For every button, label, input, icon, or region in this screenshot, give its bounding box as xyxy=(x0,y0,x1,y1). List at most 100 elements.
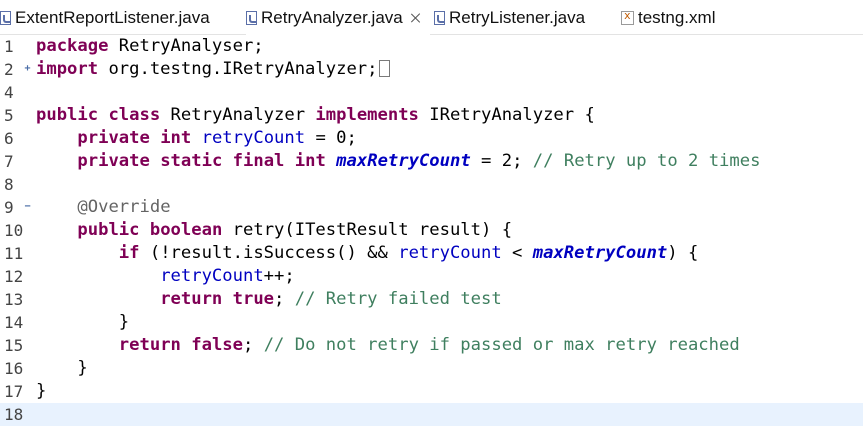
code-line[interactable]: 5 public class RetryAnalyzer implements I… xyxy=(0,104,863,127)
expand-fold-icon[interactable] xyxy=(23,64,32,73)
tab-retry-analyzer[interactable]: RetryAnalyzer.java xyxy=(246,0,430,36)
code-editor[interactable]: 1 package RetryAnalyser;2import org.testn… xyxy=(0,35,863,434)
line-number: 12 xyxy=(4,267,24,286)
code-text: public boolean retry(ITestResult result)… xyxy=(36,219,512,242)
code-token: // Retry up to 2 times xyxy=(532,151,761,171)
code-line[interactable]: 14 } xyxy=(0,311,863,334)
code-line[interactable]: 15 return false; // Do not retry if pass… xyxy=(0,334,863,357)
code-text: } xyxy=(36,357,87,380)
code-token: ) { xyxy=(481,220,513,240)
tab-label: testng.xml xyxy=(638,7,716,27)
tab-label: ExtentReportListener.java xyxy=(15,7,210,27)
line-number: 7 xyxy=(4,152,14,171)
code-token: int xyxy=(294,151,326,171)
code-token: maxRetryCount xyxy=(532,243,668,263)
code-line[interactable]: 8 xyxy=(0,173,863,196)
code-text: import org.testng.IRetryAnalyzer; xyxy=(36,58,391,81)
code-text: @Override xyxy=(36,196,170,219)
editor-tab-bar: ExtentReportListener.java RetryAnalyzer.… xyxy=(0,0,863,36)
code-token: maxRetryCount xyxy=(336,151,471,171)
code-token: class xyxy=(108,105,161,125)
code-text: if (!result.isSuccess() && retryCount < … xyxy=(36,242,699,265)
code-text: package RetryAnalyser; xyxy=(36,35,264,58)
code-text: private int retryCount = 0; xyxy=(36,127,357,150)
code-token: import xyxy=(36,59,99,79)
code-token: = 2; xyxy=(470,151,533,171)
line-number: 18 xyxy=(4,405,24,424)
code-line[interactable]: 16 } xyxy=(0,357,863,380)
code-token: public xyxy=(36,105,99,125)
code-line[interactable]: 11 if (!result.isSuccess() && retryCount… xyxy=(0,242,863,265)
code-token: (! xyxy=(139,243,171,263)
line-number: 1 xyxy=(4,37,14,56)
code-token: static xyxy=(160,151,223,171)
code-line[interactable]: 13 return true; // Retry failed test xyxy=(0,288,863,311)
code-line[interactable]: 2import org.testng.IRetryAnalyzer; xyxy=(0,58,863,81)
code-text: return false; // Do not retry if passed … xyxy=(36,334,740,357)
code-line[interactable]: 1 package RetryAnalyser; xyxy=(0,35,863,58)
line-number: 11 xyxy=(4,244,24,263)
code-token: private xyxy=(77,151,150,171)
code-line[interactable]: 17} xyxy=(0,380,863,403)
code-token: result xyxy=(418,220,481,240)
line-number: 8 xyxy=(4,175,14,194)
code-text: retryCount++; xyxy=(36,265,295,288)
code-token: retryCount xyxy=(398,243,502,263)
code-token: = 0; xyxy=(305,128,357,148)
java-file-icon xyxy=(246,10,257,25)
code-line[interactable]: 12 retryCount++; xyxy=(0,265,863,288)
tab-retry-listener[interactable]: RetryListener.java xyxy=(434,0,604,35)
tab-extent-report-listener[interactable]: ExtentReportListener.java xyxy=(0,0,228,35)
line-number: 15 xyxy=(4,336,24,355)
collapsed-imports-marker[interactable] xyxy=(379,60,391,77)
code-token: private xyxy=(77,128,150,148)
code-text: return true; // Retry failed test xyxy=(36,288,502,311)
code-token: .isSuccess() && xyxy=(232,243,399,263)
code-token: retryCount xyxy=(160,266,264,286)
collapse-fold-icon[interactable] xyxy=(23,202,32,211)
close-icon[interactable] xyxy=(409,11,422,25)
code-token: final xyxy=(232,151,285,171)
code-token: RetryAnalyser; xyxy=(108,36,264,56)
code-token: ; xyxy=(243,335,264,355)
tab-testng-xml[interactable]: testng.xml xyxy=(621,0,741,35)
code-text: } xyxy=(36,311,129,334)
code-line[interactable]: 4 xyxy=(0,81,863,104)
xml-file-icon xyxy=(621,9,634,25)
code-line[interactable]: 10 public boolean retry(ITestResult resu… xyxy=(0,219,863,242)
code-token: int xyxy=(160,128,192,148)
code-line[interactable]: 9 @Override xyxy=(0,196,863,219)
code-text: public class RetryAnalyzer implements IR… xyxy=(36,104,595,127)
code-token: retry(ITestResult xyxy=(222,220,419,240)
line-number: 14 xyxy=(4,313,24,332)
code-token: result xyxy=(170,243,233,263)
code-token: if xyxy=(118,243,140,263)
code-token: package xyxy=(36,36,109,56)
code-line[interactable]: 7 private static final int maxRetryCount… xyxy=(0,150,863,173)
code-token: ++; xyxy=(263,266,295,286)
code-token: ; xyxy=(274,289,295,309)
line-number: 16 xyxy=(4,359,24,378)
code-token: < xyxy=(501,243,533,263)
tab-label: RetryListener.java xyxy=(449,7,586,27)
code-text: } xyxy=(36,380,46,403)
code-token: boolean xyxy=(149,220,223,240)
code-line[interactable]: 6 private int retryCount = 0; xyxy=(0,127,863,150)
code-token: // Do not retry if passed or max retry r… xyxy=(263,335,740,355)
code-line[interactable]: 18 xyxy=(0,403,863,426)
code-text: private static final int maxRetryCount =… xyxy=(36,150,760,173)
java-file-icon xyxy=(434,10,445,25)
